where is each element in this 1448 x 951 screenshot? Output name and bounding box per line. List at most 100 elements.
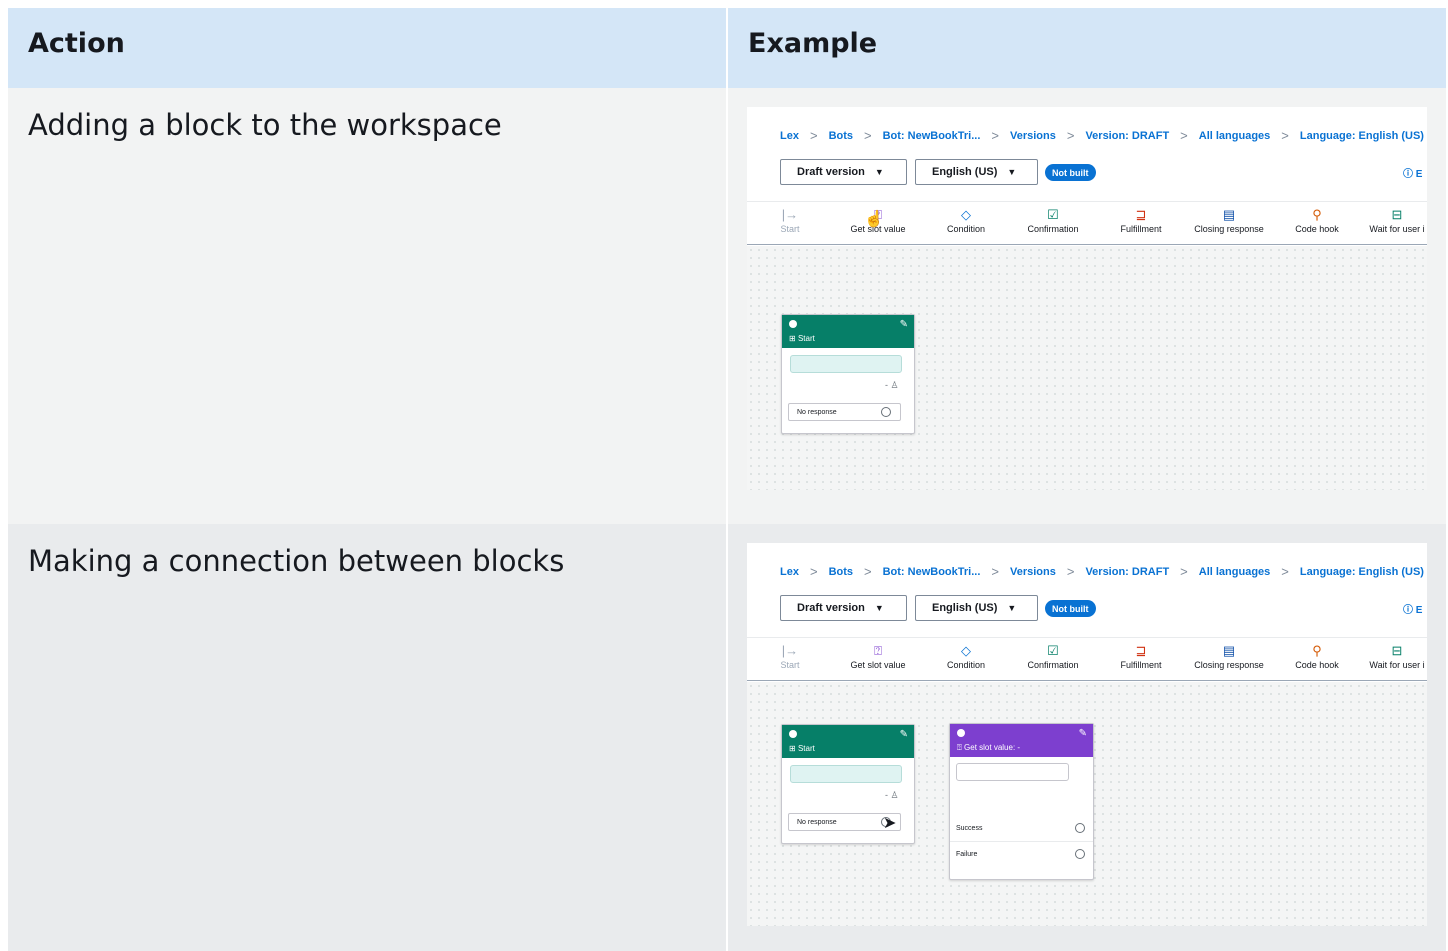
tool-code-hook[interactable]: ⚲ Code hook — [1295, 642, 1339, 670]
tool-condition[interactable]: ◇ Condition — [947, 642, 985, 670]
message-bubble — [790, 765, 902, 783]
status-badge: Not built — [1045, 164, 1096, 181]
caret-down-icon: ▼ — [1007, 603, 1017, 613]
table-row: Making a connection between blocks Lex > … — [8, 524, 1446, 951]
tool-label: Get slot value — [850, 660, 906, 670]
workspace-canvas[interactable]: ⊞ Start ✎ - ♙ No response — [747, 246, 1427, 490]
diamond-icon: ◇ — [961, 207, 971, 222]
language-select[interactable]: English (US) ▼ — [915, 595, 1038, 621]
tool-wait-for-user[interactable]: ⊟ Wait for user i — [1369, 642, 1424, 670]
block-toolbar: |→ Start ⍰ Get slot value ◇ Condition ☑ Conf… — [747, 637, 1427, 681]
workspace-canvas[interactable]: ⊞ Start ✎ - ♙ No response ➤ ⍰ Get slot v… — [747, 682, 1427, 926]
tool-label: Closing response — [1194, 224, 1264, 234]
edit-icon[interactable]: ✎ — [900, 319, 908, 330]
slot-icon: ⍰ — [874, 643, 882, 658]
start-icon: ⊞ — [789, 334, 798, 343]
breadcrumb-item[interactable]: Bot: NewBookTri... — [883, 566, 981, 578]
tool-wait-for-user[interactable]: ⊟ Wait for user i — [1369, 206, 1424, 234]
chevron-right-icon: > — [1066, 128, 1075, 143]
tool-closing-response[interactable]: ▤ Closing response — [1194, 206, 1264, 234]
user-icon: - ♙ — [885, 790, 899, 800]
start-block[interactable]: ⊞ Start ✎ - ♙ No response — [781, 314, 915, 434]
breadcrumb-item[interactable]: Language: English (US) — [1300, 566, 1424, 578]
language-select-label: English (US) — [932, 166, 998, 178]
chevron-right-icon: > — [1281, 128, 1289, 143]
wait-icon: ⊟ — [1391, 643, 1403, 658]
console-screenshot: Lex > Bots > Bot: NewBookTri... > Versions >… — [747, 543, 1427, 926]
pointer-cursor-icon: ➤ — [883, 815, 897, 832]
tool-confirmation[interactable]: ☑ Confirmation — [1027, 206, 1078, 234]
breadcrumb-item[interactable]: Version: DRAFT — [1085, 130, 1169, 142]
breadcrumb-item[interactable]: Version: DRAFT — [1085, 566, 1169, 578]
breadcrumb-item[interactable]: Language: English (US) — [1300, 130, 1424, 142]
tool-label: Condition — [946, 224, 986, 234]
get-slot-value-block[interactable]: ⍰ Get slot value: - ✎ Success Failure — [949, 723, 1094, 880]
block-header: ⍰ Get slot value: - ✎ — [950, 724, 1093, 757]
response-label: No response — [797, 408, 837, 416]
tool-label: Confirmation — [1027, 660, 1079, 670]
breadcrumb-item[interactable]: All languages — [1199, 130, 1271, 142]
tool-code-hook[interactable]: ⚲ Code hook — [1295, 206, 1339, 234]
hand-cursor-icon: ☝ — [864, 211, 884, 228]
version-select[interactable]: Draft version ▼ — [780, 159, 907, 185]
diamond-icon: ◇ — [961, 643, 971, 658]
block-title-text: Get slot value: - — [964, 743, 1021, 752]
status-badge: Not built — [1045, 600, 1096, 617]
edit-icon[interactable]: ✎ — [900, 729, 908, 740]
tool-label: Code hook — [1295, 224, 1339, 234]
start-icon: |→ — [781, 643, 799, 658]
tool-confirmation[interactable]: ☑ Confirmation — [1027, 642, 1078, 670]
output-port-icon[interactable] — [1075, 849, 1085, 859]
tool-label: Condition — [946, 660, 986, 670]
tool-label: Code hook — [1295, 660, 1339, 670]
start-icon: ⊞ — [789, 744, 798, 753]
chevron-right-icon: > — [864, 128, 872, 143]
breadcrumb-item[interactable]: Lex — [780, 566, 799, 578]
breadcrumb-item[interactable]: Bot: NewBookTri... — [883, 130, 981, 142]
breadcrumb-item[interactable]: Bots — [829, 566, 853, 578]
breadcrumb-item[interactable]: Versions — [1010, 130, 1056, 142]
tool-fulfillment[interactable]: ⊒ Fulfillment — [1120, 206, 1161, 234]
version-select[interactable]: Draft version ▼ — [780, 595, 907, 621]
chevron-right-icon: > — [1066, 564, 1075, 579]
message-bubble — [790, 355, 902, 373]
start-block[interactable]: ⊞ Start ✎ - ♙ No response ➤ — [781, 724, 915, 844]
action-cell: Making a connection between blocks — [28, 544, 565, 578]
tool-label: Start — [780, 660, 800, 670]
tool-label: Fulfillment — [1120, 660, 1162, 670]
chevron-right-icon: > — [1281, 564, 1289, 579]
tool-closing-response[interactable]: ▤ Closing response — [1194, 642, 1264, 670]
input-port-icon[interactable] — [789, 320, 797, 328]
fulfillment-icon: ⊒ — [1135, 207, 1147, 222]
wait-icon: ⊟ — [1391, 207, 1403, 222]
start-icon: |→ — [781, 207, 799, 222]
output-port-icon[interactable] — [881, 407, 891, 417]
breadcrumb-item[interactable]: All languages — [1199, 566, 1271, 578]
response-label: No response — [797, 818, 837, 826]
block-header: ⊞ Start ✎ — [782, 725, 914, 758]
hook-icon: ⚲ — [1312, 207, 1322, 222]
input-port-icon[interactable] — [957, 729, 965, 737]
tool-condition[interactable]: ◇ Condition — [947, 206, 985, 234]
tool-label: Start — [780, 224, 800, 234]
version-select-label: Draft version — [797, 166, 865, 178]
block-toolbar: |→ Start ⍰ Get slot value ◇ Condition ☑ Conf… — [747, 201, 1427, 245]
tool-fulfillment[interactable]: ⊒ Fulfillment — [1120, 642, 1161, 670]
hook-icon: ⚲ — [1312, 643, 1322, 658]
breadcrumb-item[interactable]: Bots — [829, 130, 853, 142]
info-link[interactable]: ⓘ E — [1403, 601, 1422, 616]
output-port-icon[interactable] — [1075, 823, 1085, 833]
language-select[interactable]: English (US) ▼ — [915, 159, 1038, 185]
edit-icon[interactable]: ✎ — [1079, 728, 1087, 739]
tool-start: |→ Start — [780, 642, 799, 670]
tool-start: |→ Start — [780, 206, 799, 234]
block-title-text: Start — [797, 334, 815, 343]
breadcrumb-item[interactable]: Lex — [780, 130, 799, 142]
block-title: ⊞ Start — [789, 744, 815, 753]
output-label: Failure — [956, 850, 978, 858]
tool-get-slot-value[interactable]: ⍰ Get slot value — [850, 642, 905, 670]
info-link[interactable]: ⓘ E — [1403, 165, 1422, 180]
input-port-icon[interactable] — [789, 730, 797, 738]
version-select-label: Draft version — [797, 602, 865, 614]
breadcrumb-item[interactable]: Versions — [1010, 566, 1056, 578]
